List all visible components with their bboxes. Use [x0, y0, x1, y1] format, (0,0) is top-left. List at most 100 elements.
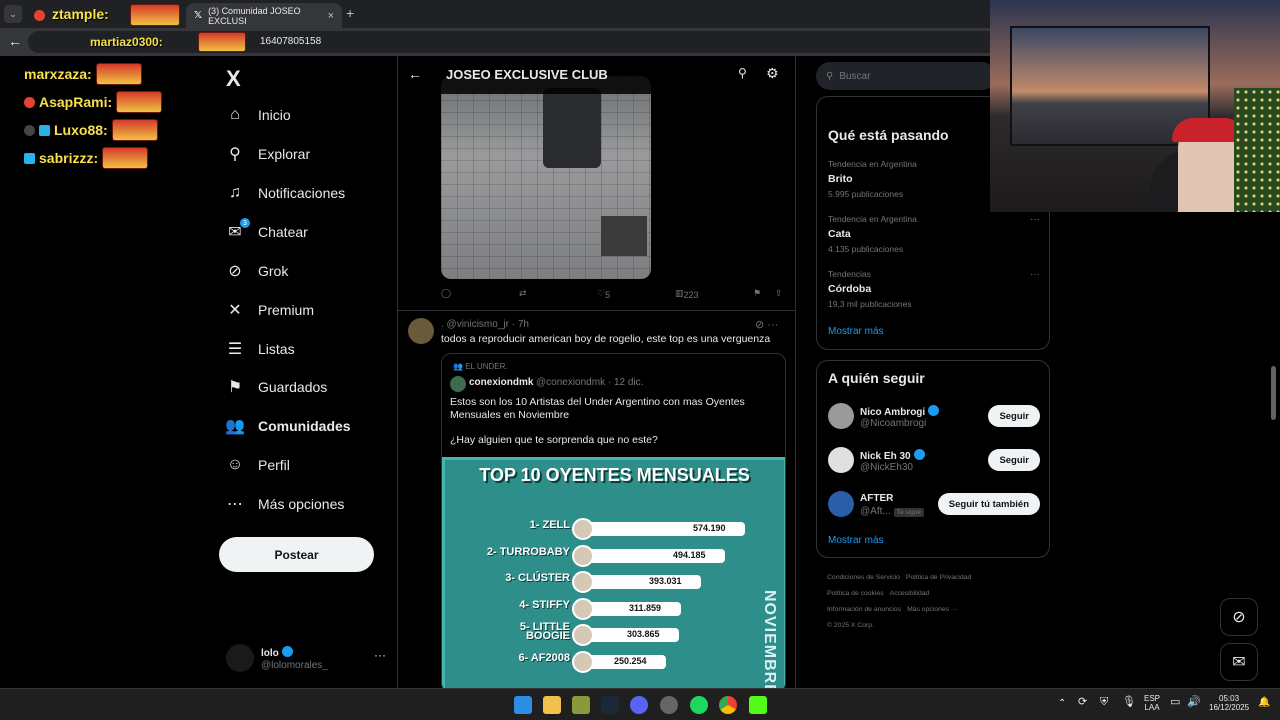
nav-item-premium[interactable]: ✕ Premium — [226, 292, 314, 328]
account-switcher[interactable]: lolo @lolomorales_ ··· — [226, 640, 386, 676]
footer-link[interactable]: Más opciones ··· — [907, 606, 958, 613]
follow-suggestion[interactable]: Nico Ambrogi @Nicoambrogi Seguir — [828, 403, 1040, 433]
footer-link[interactable]: Condiciones de Servicio — [827, 574, 900, 581]
more-icon[interactable]: ··· — [767, 319, 778, 331]
chart-image[interactable]: TOP 10 OYENTES MENSUALES 1- ZELL 574.190 2… — [442, 457, 785, 688]
more-icon[interactable]: ··· — [374, 648, 386, 662]
language-indicator[interactable]: ESP LAA — [1144, 694, 1160, 712]
follow-button[interactable]: Seguir — [988, 449, 1040, 471]
image-grate — [601, 216, 647, 256]
chart-bar-row: 3- CLÚSTER 393.031 — [445, 571, 785, 593]
messages-fab-icon[interactable]: ✉ — [1220, 643, 1258, 681]
chart-category-label: 6- AF2008 — [518, 651, 570, 664]
nav-item-inicio[interactable]: ⌂ Inicio — [226, 97, 291, 133]
emote-image — [130, 4, 180, 26]
tab-community[interactable]: 𝕏 (3) Comunidad JOSEO EXCLUSI × — [186, 3, 342, 28]
reply-icon[interactable]: ◯ — [441, 288, 451, 299]
shield-icon[interactable]: ⛨ — [1100, 697, 1108, 708]
file-explorer-icon[interactable] — [543, 696, 561, 714]
nav-item-notificaciones[interactable]: ♫ Notificaciones — [226, 175, 345, 211]
chat-line: sabrizzz: — [24, 144, 214, 172]
clock[interactable]: 05:03 16/12/2025 — [1209, 694, 1249, 712]
nav-item-perfil[interactable]: ☺ Perfil — [226, 447, 290, 483]
x-logo-icon[interactable]: X — [226, 66, 241, 92]
who-to-follow-panel: A quién seguir Nico Ambrogi @Nicoambrogi S… — [816, 360, 1050, 558]
webcam-tree — [1234, 88, 1280, 212]
more-icon[interactable]: ··· — [1030, 269, 1040, 280]
chat-line: AsapRami: — [24, 88, 214, 116]
kick-icon[interactable] — [749, 696, 767, 714]
chart-value-label: 494.185 — [673, 549, 706, 560]
windows-start-icon[interactable] — [514, 696, 532, 714]
follow-button[interactable]: Seguir tú también — [937, 493, 1040, 515]
sync-icon[interactable]: ⟳ — [1078, 697, 1087, 708]
nav-item-comunidades[interactable]: 👥 Comunidades — [225, 408, 351, 444]
community-label: 👥 EL UNDER. — [453, 362, 508, 371]
search-icon[interactable]: ⚲ — [738, 66, 747, 80]
tray-chevron-icon[interactable]: ⌃ — [1058, 699, 1066, 709]
steam-icon[interactable] — [601, 696, 619, 714]
show-more-trends[interactable]: Mostrar más — [828, 326, 884, 337]
more-icon[interactable]: ··· — [1030, 214, 1040, 225]
avatar — [828, 447, 854, 473]
footer-link[interactable]: Política de cookies — [827, 590, 884, 597]
chart-category-label: 1- ZELL — [529, 519, 570, 531]
grok-fab-icon[interactable]: ⊘ — [1220, 598, 1258, 636]
repost-icon[interactable]: ⇄ — [519, 288, 527, 299]
nav-item-listas[interactable]: ☰ Listas — [226, 331, 295, 367]
emote-image — [116, 91, 163, 113]
new-tab-button[interactable]: + — [346, 5, 354, 21]
gear-icon[interactable]: ⚙ — [766, 65, 779, 82]
footer-link[interactable]: Información de anuncios — [827, 606, 901, 613]
scrollbar[interactable] — [1271, 366, 1276, 420]
nav-item-explorar[interactable]: ⚲ Explorar — [226, 136, 310, 172]
windows-taskbar: ⌃ ⟳ ⛨ 🎙 ESP LAA ▭ 🔊 05:03 16/12/2025 🔔 — [0, 688, 1280, 720]
nav-item-grok[interactable]: ⊘ Grok — [226, 253, 288, 289]
tab-list-button[interactable]: ⌄ — [4, 5, 22, 23]
avatar[interactable] — [408, 318, 434, 344]
volume-icon[interactable]: 🔊 — [1187, 697, 1201, 708]
post-button[interactable]: Postear — [219, 537, 374, 572]
discord-icon[interactable] — [630, 696, 648, 714]
bookmark-icon[interactable]: ⚑ — [753, 288, 761, 299]
main-column: ← JOSEO EXCLUSIVE CLUB ⚲ ⚙ ◯ ⇄ ♡ 5 ▥ 223… — [397, 56, 796, 688]
show-more-follow[interactable]: Mostrar más — [828, 535, 884, 546]
network-icon[interactable]: ▭ — [1170, 697, 1180, 708]
follow-button[interactable]: Seguir — [988, 405, 1040, 427]
nav-item-m-s-opciones[interactable]: ⋯ Más opciones — [226, 486, 344, 522]
clock-time: 05:03 — [1219, 694, 1240, 703]
footer-link[interactable]: Política de Privacidad — [906, 574, 971, 581]
grok-icon[interactable]: ⊘ — [755, 319, 764, 331]
chart-bar-row: 1- ZELL 574.190 — [445, 518, 785, 540]
back-arrow-icon[interactable]: ← — [408, 66, 422, 82]
share-icon[interactable]: ⇪ — [775, 288, 783, 299]
bell-icon: ♫ — [229, 184, 241, 201]
follow-suggestion[interactable]: Nick Eh 30 @NickEh30 Seguir — [828, 447, 1040, 477]
search-input[interactable]: ⚲ Buscar — [816, 62, 996, 90]
like-button[interactable]: ♡ 5 — [597, 288, 610, 300]
trend-item[interactable]: Tendencia en Argentina Cata 4.135 publicac… — [828, 214, 1040, 254]
close-tab-icon[interactable]: × — [328, 10, 334, 22]
microphone-icon[interactable]: 🎙 — [1122, 697, 1136, 708]
nav-item-guardados[interactable]: ⚑ Guardados — [226, 369, 327, 405]
quoted-post[interactable]: 👥 EL UNDER. conexiondmk @conexiondmk · 1… — [441, 353, 786, 688]
omnibox[interactable]: martiaz0300: 16407805158 — [28, 31, 1018, 53]
footer-link[interactable]: © 2025 X Corp. — [827, 622, 874, 629]
post-image[interactable] — [441, 76, 651, 279]
home-icon: ⌂ — [230, 106, 240, 123]
footer-link[interactable]: Accesibilidad — [890, 590, 930, 597]
obs-icon[interactable] — [660, 696, 678, 714]
badge-icon — [39, 124, 50, 136]
trend-item[interactable]: Tendencias Córdoba 19,3 mil publicaciones ·… — [828, 269, 1040, 309]
minecraft-icon[interactable] — [572, 696, 590, 714]
nav-item-label: Chatear — [258, 224, 308, 240]
nav-item-label: Explorar — [258, 146, 311, 162]
spotify-icon[interactable] — [690, 696, 708, 714]
follow-suggestion[interactable]: AFTER @Aft... Te sigue Seguir tú también — [828, 491, 1040, 521]
notifications-icon[interactable]: 🔔 — [1258, 698, 1270, 708]
views-button[interactable]: ▥ 223 — [675, 288, 699, 300]
chrome-icon[interactable] — [719, 696, 737, 714]
account-name: lolo — [261, 648, 279, 659]
nav-item-chatear[interactable]: ✉ Chatear 3 — [226, 214, 308, 250]
back-arrow-icon[interactable]: ← — [8, 33, 22, 49]
